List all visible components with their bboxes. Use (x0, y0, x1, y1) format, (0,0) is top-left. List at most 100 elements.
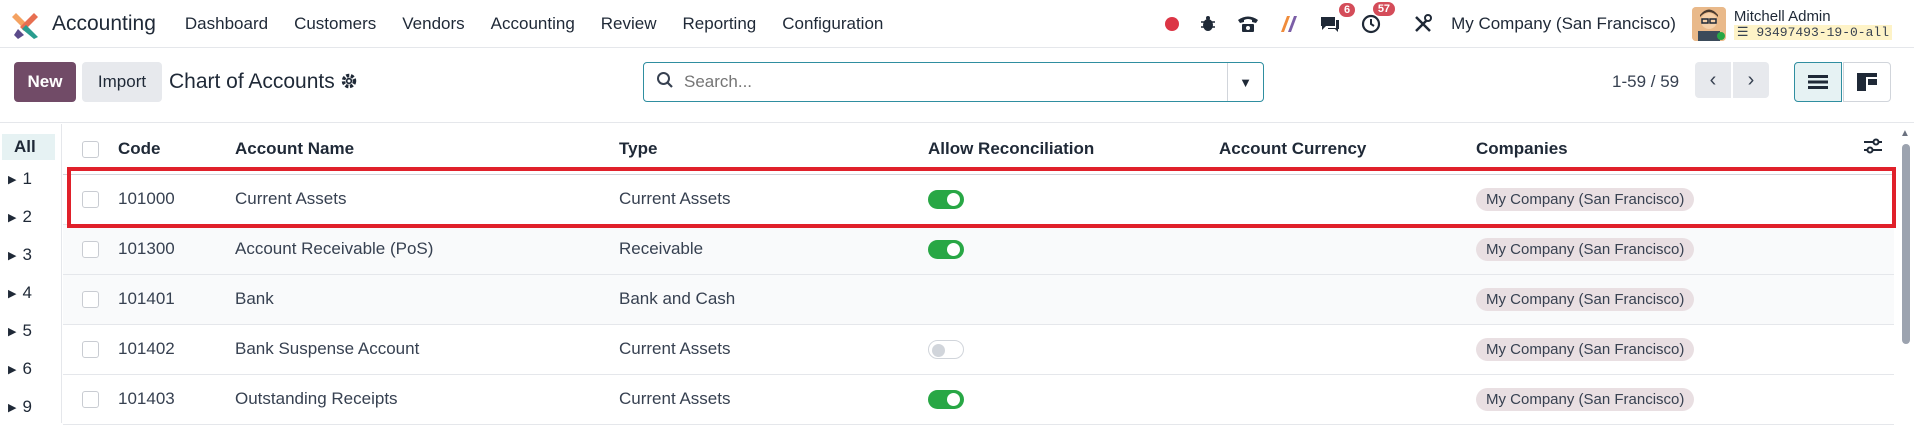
caret-right-icon: ▶ (8, 249, 17, 262)
header-code[interactable]: Code (118, 124, 235, 175)
caret-right-icon: ▶ (8, 211, 17, 224)
header-allow-reconciliation[interactable]: Allow Reconciliation (928, 124, 1219, 175)
gear-icon[interactable] (340, 72, 358, 96)
optional-columns-toggle[interactable] (1860, 124, 1894, 175)
accounting-app-icon[interactable] (12, 9, 42, 39)
activity-clock-icon[interactable]: 57 (1361, 2, 1396, 34)
cell-spacer (1860, 274, 1894, 325)
caret-right-icon: ▶ (8, 287, 17, 300)
menu-reporting[interactable]: Reporting (670, 14, 770, 34)
list-view-button[interactable] (1794, 62, 1842, 102)
header-companies[interactable]: Companies (1476, 124, 1860, 175)
ai-icon[interactable] (1279, 15, 1299, 33)
table-row[interactable]: 101403 Outstanding Receipts Current Asse… (63, 374, 1894, 425)
cell-account-name: Current Assets (235, 174, 619, 225)
caret-right-icon: ▶ (8, 401, 17, 414)
search-options-toggle[interactable]: ▼ (1227, 63, 1263, 101)
row-checkbox[interactable] (82, 241, 99, 259)
sidebar-item-6[interactable]: ▶ 6 (0, 350, 61, 388)
table-row[interactable]: 101000 Current Assets Current Assets My … (63, 174, 1894, 225)
company-switcher[interactable]: My Company (San Francisco) (1451, 14, 1676, 34)
header-type[interactable]: Type (619, 124, 928, 175)
avatar[interactable] (1691, 7, 1726, 41)
database-label: 93497493-19-0-all (1756, 25, 1889, 40)
kanban-view-icon (1857, 73, 1877, 91)
table-row[interactable]: 101300 Account Receivable (PoS) Receivab… (63, 224, 1894, 275)
toggle-knob (947, 193, 960, 206)
tools-icon[interactable] (1413, 14, 1433, 34)
pager-previous-button[interactable]: ‹ (1695, 62, 1731, 98)
caret-right-icon: ▶ (8, 325, 17, 338)
record-icon[interactable] (1165, 17, 1180, 31)
cell-companies: My Company (San Francisco) (1476, 374, 1860, 425)
menu-accounting[interactable]: Accounting (478, 14, 588, 34)
row-checkbox[interactable] (82, 291, 99, 309)
top-navbar: Accounting Dashboard Customers Vendors A… (0, 0, 1914, 48)
cell-type: Current Assets (619, 324, 928, 375)
chevron-left-icon: ‹ (1709, 68, 1717, 91)
kanban-view-button[interactable] (1843, 62, 1891, 102)
caret-down-icon: ▼ (1239, 74, 1252, 90)
toggle-knob (947, 243, 960, 256)
scrollbar-thumb[interactable] (1902, 144, 1910, 344)
import-button[interactable]: Import (82, 62, 162, 102)
sidebar-item-3[interactable]: ▶ 3 (0, 236, 61, 274)
database-name: ☰ 93497493-19-0-all (1733, 25, 1892, 40)
main-menu: Dashboard Customers Vendors Accounting R… (172, 14, 896, 34)
menu-customers[interactable]: Customers (281, 14, 389, 34)
header-account-currency[interactable]: Account Currency (1219, 124, 1476, 175)
messages-icon[interactable]: 6 (1319, 3, 1356, 33)
new-button[interactable]: New (14, 62, 76, 102)
sidebar-item-5[interactable]: ▶ 5 (0, 312, 61, 350)
table-row[interactable]: 101402 Bank Suspense Account Current Ass… (63, 324, 1894, 375)
caret-right-icon: ▶ (8, 173, 17, 186)
company-tag: My Company (San Francisco) (1476, 288, 1695, 311)
cell-currency (1219, 374, 1476, 425)
reconcile-toggle[interactable] (928, 190, 964, 209)
sidebar-item-label: All (14, 137, 36, 156)
company-tag: My Company (San Francisco) (1476, 388, 1695, 411)
row-checkbox[interactable] (82, 191, 99, 209)
search-input[interactable] (684, 72, 1204, 92)
cell-code: 101401 (118, 274, 235, 325)
phone-icon[interactable] (1237, 15, 1259, 33)
select-all-checkbox[interactable] (82, 140, 99, 158)
pager-next-button[interactable]: › (1733, 62, 1769, 98)
cell-reconcile (928, 224, 1219, 275)
page-title[interactable]: Chart of Accounts (169, 70, 335, 94)
cell-companies: My Company (San Francisco) (1476, 274, 1860, 325)
sidebar-item-4[interactable]: ▶ 4 (0, 274, 61, 312)
app-name[interactable]: Accounting (52, 12, 156, 36)
sidebar-item-2[interactable]: ▶ 2 (0, 198, 61, 236)
sidebar-item-all[interactable]: All (2, 134, 55, 160)
row-select-cell (63, 324, 118, 375)
user-menu[interactable]: Mitchell Admin ☰ 93497493-19-0-all (1733, 8, 1892, 40)
menu-vendors[interactable]: Vendors (389, 14, 477, 34)
caret-right-icon: ▶ (8, 363, 17, 376)
select-all-cell (63, 124, 118, 175)
header-account-name[interactable]: Account Name (235, 124, 619, 175)
pager-value[interactable]: 1-59 / 59 (1612, 72, 1679, 92)
menu-review[interactable]: Review (588, 14, 670, 34)
cell-currency (1219, 324, 1476, 375)
cell-code: 101000 (118, 174, 235, 225)
menu-dashboard[interactable]: Dashboard (172, 14, 281, 34)
scroll-up-icon[interactable]: ▲ (1900, 128, 1910, 139)
accounts-table: Code Account Name Type Allow Reconciliat… (63, 124, 1894, 425)
row-checkbox[interactable] (82, 341, 99, 359)
row-select-cell (63, 274, 118, 325)
sidebar-item-9[interactable]: ▶ 9 (0, 388, 61, 426)
table-row[interactable]: 101401 Bank Bank and Cash My Company (Sa… (63, 274, 1894, 325)
sidebar-item-1[interactable]: ▶ 1 (0, 160, 61, 198)
menu-configuration[interactable]: Configuration (769, 14, 896, 34)
sidebar-item-label: 5 (22, 321, 32, 340)
reconcile-toggle[interactable] (928, 240, 964, 259)
row-checkbox[interactable] (82, 391, 99, 409)
vertical-scrollbar[interactable]: ▲ (1897, 124, 1914, 423)
cell-currency (1219, 224, 1476, 275)
reconcile-toggle[interactable] (928, 390, 964, 409)
search-bar: ▼ (643, 62, 1264, 102)
bug-icon[interactable] (1199, 15, 1217, 33)
reconcile-toggle[interactable] (928, 340, 964, 359)
sidebar-item-label: 9 (22, 397, 32, 416)
